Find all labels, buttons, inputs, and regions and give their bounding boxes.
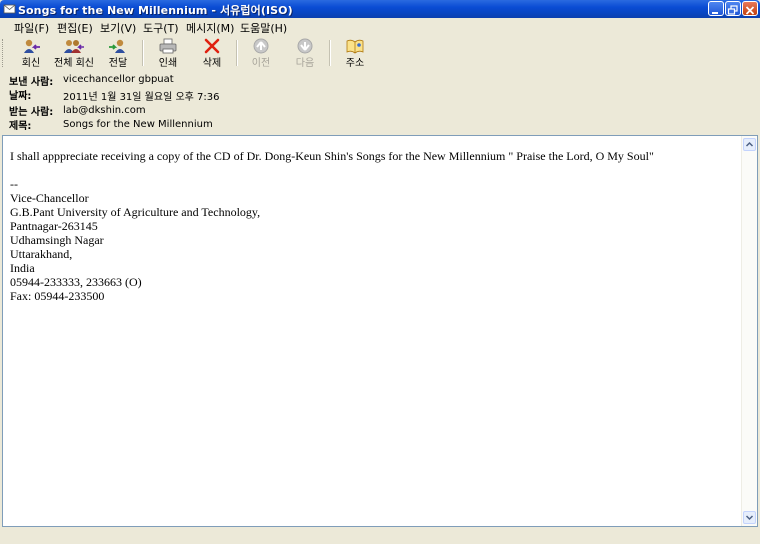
restore-icon: [727, 5, 738, 15]
reply-all-icon: [64, 40, 84, 53]
toolbar-grip[interactable]: [2, 39, 6, 67]
minimize-icon: [712, 12, 718, 14]
subject-label: 제목:: [9, 121, 32, 132]
chevron-up-icon: [745, 141, 754, 147]
envelope-icon: [3, 4, 16, 14]
reply-all-button[interactable]: 전체 회신: [52, 37, 96, 69]
from-label: 보낸 사람:: [9, 77, 54, 88]
delete-button[interactable]: 삭제: [190, 37, 234, 69]
message-body[interactable]: I shall apppreciate receiving a copy of …: [2, 135, 758, 527]
chevron-down-icon: [745, 515, 754, 521]
menu-tools[interactable]: 도구(T): [143, 20, 179, 36]
message-text: I shall apppreciate receiving a copy of …: [10, 149, 740, 303]
reply-icon: [24, 39, 40, 53]
body-line: I shall apppreciate receiving a copy of …: [10, 149, 654, 163]
toolbar-separator: [236, 40, 238, 66]
scroll-down-button[interactable]: [743, 511, 756, 524]
to-label: 받는 사람:: [9, 107, 54, 118]
print-button[interactable]: 인쇄: [146, 37, 190, 69]
next-button[interactable]: 다음: [283, 37, 327, 69]
body-line: India: [10, 261, 35, 275]
body-line: --: [10, 177, 18, 191]
status-bar: [0, 528, 760, 544]
date-label: 날짜:: [9, 91, 32, 102]
close-button[interactable]: [742, 1, 758, 16]
scroll-up-button[interactable]: [743, 138, 756, 151]
arrow-up-icon: [253, 38, 269, 54]
body-line: Udhamsingh Nagar: [10, 233, 104, 247]
menu-edit[interactable]: 편집(E): [57, 20, 93, 36]
menu-message[interactable]: 메시지(M): [186, 20, 234, 36]
forward-icon: [109, 39, 125, 53]
title-bar: Songs for the New Millennium - 서유럽어(ISO): [0, 0, 760, 18]
forward-button[interactable]: 전달: [96, 37, 140, 69]
body-line: Vice-Chancellor: [10, 191, 89, 205]
body-line: Pantnagar-263145: [10, 219, 98, 233]
subject-value: Songs for the New Millennium: [63, 119, 213, 130]
from-value: vicechancellor gbpuat: [63, 74, 174, 85]
date-value: 2011년 1월 31일 월요일 오후 7:36: [63, 92, 220, 103]
body-line: G.B.Pant University of Agriculture and T…: [10, 205, 261, 219]
printer-icon: [159, 38, 177, 54]
toolbar-separator: [142, 40, 144, 66]
body-line: [10, 163, 740, 177]
message-header: 보낸 사람: vicechancellor gbpuat 날짜: 2011년 1…: [0, 70, 760, 134]
menu-bar: 파일(F) 편집(E) 보기(V) 도구(T) 메시지(M) 도움말(H): [0, 18, 760, 51]
address-book-icon: [346, 39, 364, 54]
delete-x-icon: [204, 38, 220, 54]
body-line: Fax: 05944-233500: [10, 289, 105, 303]
body-line: 05944-233333, 233663 (O): [10, 275, 142, 289]
window-title: Songs for the New Millennium - 서유럽어(ISO): [18, 4, 293, 17]
body-line: Uttarakhand,: [10, 247, 73, 261]
arrow-down-icon: [297, 38, 313, 54]
menu-view[interactable]: 보기(V): [100, 20, 136, 36]
toolbar: 회신 전체 회신 전달 인쇄 삭제 이전 다음 주소: [0, 36, 760, 71]
close-icon: [745, 6, 755, 15]
reply-button[interactable]: 회신: [9, 37, 53, 69]
to-value: lab@dkshin.com: [63, 105, 146, 116]
maximize-button[interactable]: [725, 1, 741, 16]
previous-button[interactable]: 이전: [239, 37, 283, 69]
minimize-button[interactable]: [708, 1, 724, 16]
menu-help[interactable]: 도움말(H): [240, 20, 287, 36]
toolbar-separator: [329, 40, 331, 66]
addresses-button[interactable]: 주소: [333, 37, 377, 69]
menu-file[interactable]: 파일(F): [14, 20, 49, 36]
vertical-scrollbar[interactable]: [741, 136, 757, 526]
